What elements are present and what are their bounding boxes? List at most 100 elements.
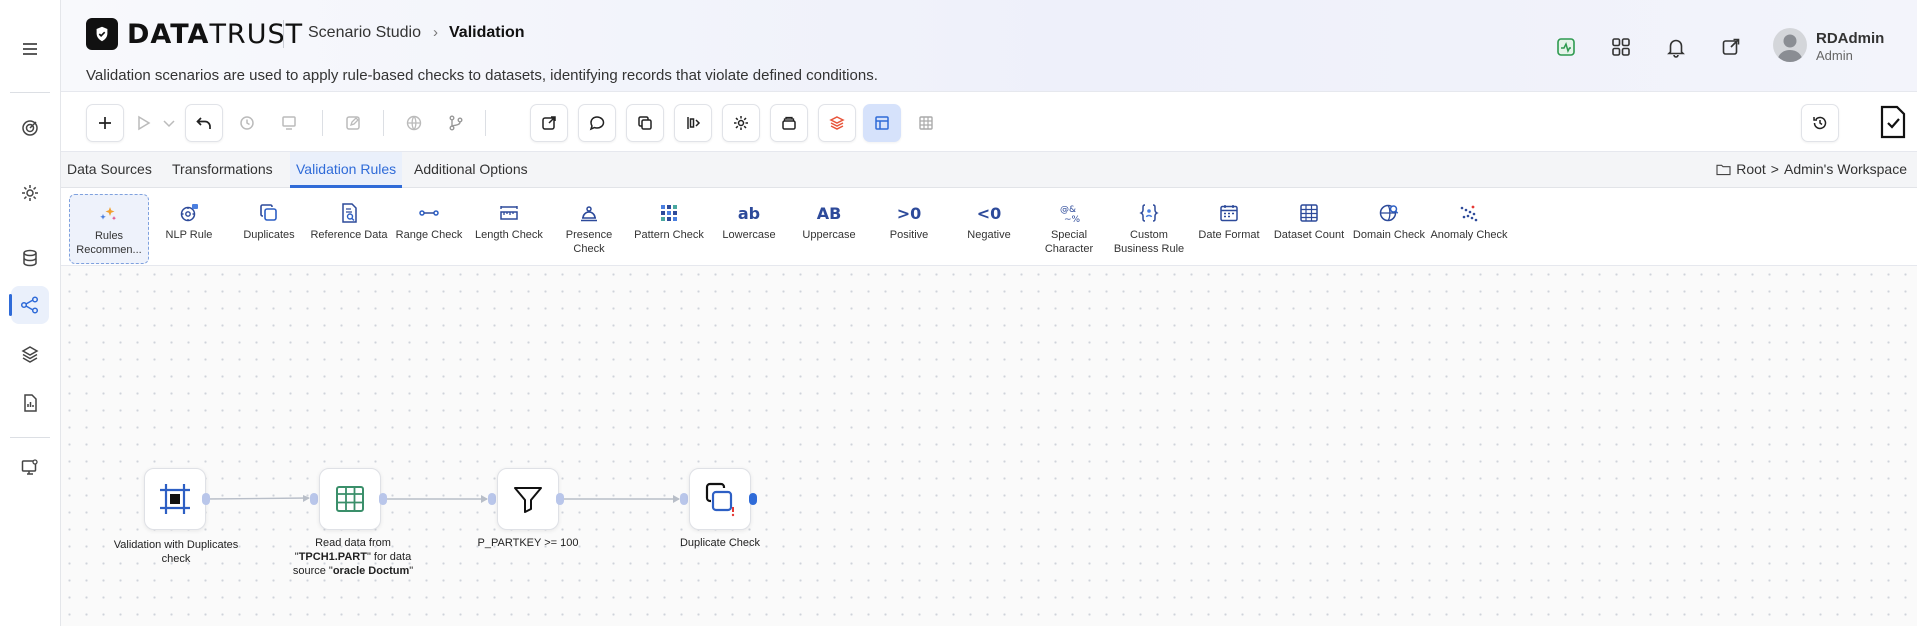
globe-icon[interactable] xyxy=(395,104,433,142)
add-button[interactable] xyxy=(86,104,124,142)
palette-positive[interactable]: >0 Positive xyxy=(869,194,949,264)
bell-presence-icon xyxy=(581,206,597,222)
palette-label: Positive xyxy=(889,229,929,241)
workspace-breadcrumb[interactable]: Root > Admin's Workspace xyxy=(1716,161,1907,177)
palette-lowercase[interactable]: ab Lowercase xyxy=(709,194,789,264)
palette-label: Rules Recommen... xyxy=(76,230,142,256)
palette-special-character[interactable]: @& ~% Special Character xyxy=(1029,194,1109,264)
settings-gear-icon[interactable] xyxy=(11,174,49,212)
frame-node-icon xyxy=(160,484,190,514)
target-icon[interactable] xyxy=(11,109,49,147)
scenario-flow-icon[interactable] xyxy=(9,286,49,324)
globe-search-icon xyxy=(1379,204,1399,222)
external-link-icon[interactable] xyxy=(1716,32,1746,62)
export-button[interactable] xyxy=(530,104,568,142)
range-icon xyxy=(419,210,439,216)
tab-additional-options[interactable]: Additional Options xyxy=(408,152,534,188)
palette-label: Duplicates xyxy=(243,229,295,241)
flow-node-filter[interactable] xyxy=(497,468,559,530)
palette-length-check[interactable]: Length Check xyxy=(469,194,549,264)
node-input-port[interactable] xyxy=(310,493,318,505)
user-name[interactable]: RDAdmin xyxy=(1816,30,1884,47)
comment-button[interactable] xyxy=(578,104,616,142)
palette-rules-recommendation[interactable]: Rules Recommen... xyxy=(69,194,149,264)
duplicate-icon xyxy=(260,204,277,221)
flow-canvas[interactable]: Validation with Duplicates check Read da… xyxy=(61,266,1917,626)
palette-negative[interactable]: <0 Negative xyxy=(949,194,1029,264)
monitor-eye-icon[interactable] xyxy=(11,448,49,486)
scenario-settings-button[interactable] xyxy=(722,104,760,142)
palette-label: Pattern Check xyxy=(634,229,704,241)
palette-domain-check[interactable]: Domain Check xyxy=(1349,194,1429,264)
tab-validation-rules[interactable]: Validation Rules xyxy=(290,152,403,188)
palette-label: Presence Check xyxy=(565,229,613,255)
database-icon[interactable] xyxy=(11,239,49,277)
palette-label: Dataset Count xyxy=(1273,229,1345,241)
palette-pattern-check[interactable]: Pattern Check xyxy=(629,194,709,264)
report-icon[interactable] xyxy=(11,384,49,422)
node-output-port[interactable] xyxy=(749,493,757,505)
palette-reference-data[interactable]: Reference Data xyxy=(309,194,389,264)
node-output-port[interactable] xyxy=(202,493,210,505)
git-branch-icon[interactable] xyxy=(437,104,475,142)
notification-bell-icon[interactable] xyxy=(1661,32,1691,62)
palette-anomaly-check[interactable]: Anomaly Check xyxy=(1429,194,1509,264)
node-input-port[interactable] xyxy=(680,493,688,505)
rules-tabs: Data Sources Transformations Validation … xyxy=(61,152,1917,188)
rule-palette: Rules Recommen... NLP Rule Duplicates Re… xyxy=(61,188,1917,266)
run-play-icon[interactable] xyxy=(128,104,158,142)
activity-status-icon[interactable] xyxy=(1551,32,1581,62)
node-input-port[interactable] xyxy=(488,493,496,505)
undo-button[interactable] xyxy=(185,104,223,142)
table-view-icon[interactable] xyxy=(907,104,945,142)
palette-label: Special Character xyxy=(1044,229,1094,255)
archive-button[interactable] xyxy=(770,104,808,142)
layout-view-button[interactable] xyxy=(863,104,901,142)
palette-label: Length Check xyxy=(475,229,543,241)
sparkles-icon xyxy=(100,207,117,221)
tab-data-sources[interactable]: Data Sources xyxy=(61,152,158,188)
palette-uppercase[interactable]: AB Uppercase xyxy=(789,194,869,264)
flow-node-read-data[interactable] xyxy=(319,468,381,530)
palette-date-format[interactable]: Date Format xyxy=(1189,194,1269,264)
shield-logo-icon xyxy=(86,18,118,50)
negative-glyph-icon: <0 xyxy=(976,203,1002,223)
run-options-chevron-icon[interactable] xyxy=(158,104,180,142)
breadcrumb-chevron-icon: › xyxy=(433,24,438,41)
databricks-layers-button[interactable] xyxy=(818,104,856,142)
palette-nlp-rule[interactable]: NLP Rule xyxy=(149,194,229,264)
palette-presence-check[interactable]: Presence Check xyxy=(549,194,629,264)
palette-custom-business-rule[interactable]: Custom Business Rule xyxy=(1109,194,1189,264)
apps-grid-icon[interactable] xyxy=(1606,32,1636,62)
history-icon[interactable] xyxy=(228,104,266,142)
layers-icon[interactable] xyxy=(11,335,49,373)
flow-node-start[interactable] xyxy=(144,468,206,530)
edge-arrow xyxy=(303,495,310,502)
validate-document-icon[interactable] xyxy=(1871,99,1915,145)
brain-gear-icon xyxy=(180,204,198,222)
node-output-port[interactable] xyxy=(556,493,564,505)
hamburger-menu-icon[interactable] xyxy=(11,30,49,68)
lowercase-glyph-icon: ab xyxy=(737,203,761,223)
palette-dataset-count[interactable]: Dataset Count xyxy=(1269,194,1349,264)
version-history-button[interactable] xyxy=(1801,104,1839,142)
svg-text:~%: ~% xyxy=(1064,215,1080,224)
node-output-port[interactable] xyxy=(379,493,387,505)
breadcrumb-scenario-studio[interactable]: Scenario Studio xyxy=(308,24,421,42)
header-divider xyxy=(283,20,284,48)
palette-range-check[interactable]: Range Check xyxy=(389,194,469,264)
svg-text:@&: @& xyxy=(1060,205,1076,215)
workspace-name[interactable]: Admin's Workspace xyxy=(1784,161,1907,177)
align-button[interactable] xyxy=(674,104,712,142)
uppercase-glyph-icon: AB xyxy=(816,203,842,223)
workspace-root[interactable]: Root xyxy=(1736,161,1766,177)
flow-node-duplicate-check[interactable] xyxy=(689,468,751,530)
copy-button[interactable] xyxy=(626,104,664,142)
user-avatar[interactable] xyxy=(1773,28,1807,62)
edit-icon[interactable] xyxy=(334,104,372,142)
palette-label: Custom Business Rule xyxy=(1113,229,1185,255)
table-icon xyxy=(1300,204,1318,222)
tab-transformations[interactable]: Transformations xyxy=(166,152,279,188)
palette-duplicates[interactable]: Duplicates xyxy=(229,194,309,264)
deploy-icon[interactable] xyxy=(270,104,308,142)
